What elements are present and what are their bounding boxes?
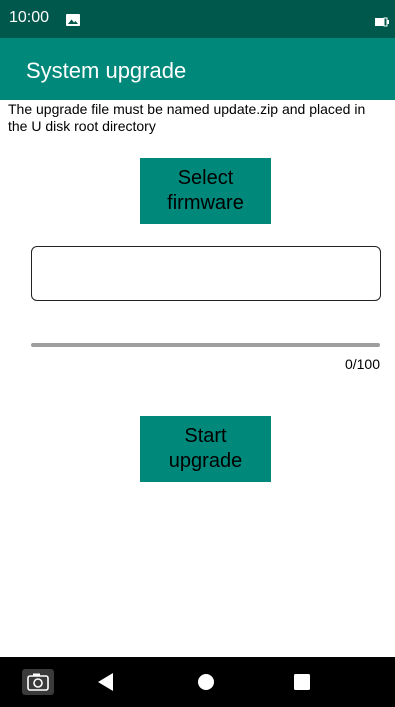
recents-icon[interactable]: [290, 657, 314, 707]
app-bar: System upgrade: [0, 38, 395, 100]
screen: 10:00 System upgrade The upgrade file mu…: [0, 0, 395, 707]
upgrade-progress-bar: [31, 343, 380, 347]
camera-icon[interactable]: [22, 657, 54, 707]
battery-icon: [375, 14, 389, 27]
progress-text: 0/100: [344, 356, 380, 372]
status-time: 10:00: [9, 9, 50, 26]
home-icon[interactable]: [194, 657, 218, 707]
navigation-bar: [0, 657, 395, 707]
back-icon[interactable]: [94, 657, 118, 707]
instruction-text: The upgrade file must be named update.zi…: [8, 101, 366, 134]
status-bar: 10:00: [0, 0, 395, 38]
start-upgrade-button[interactable]: Start upgrade: [140, 416, 271, 482]
firmware-path-field[interactable]: [31, 246, 381, 301]
page-title: System upgrade: [26, 58, 187, 83]
select-firmware-button[interactable]: Select firmware: [140, 158, 271, 224]
image-icon: [66, 13, 80, 26]
